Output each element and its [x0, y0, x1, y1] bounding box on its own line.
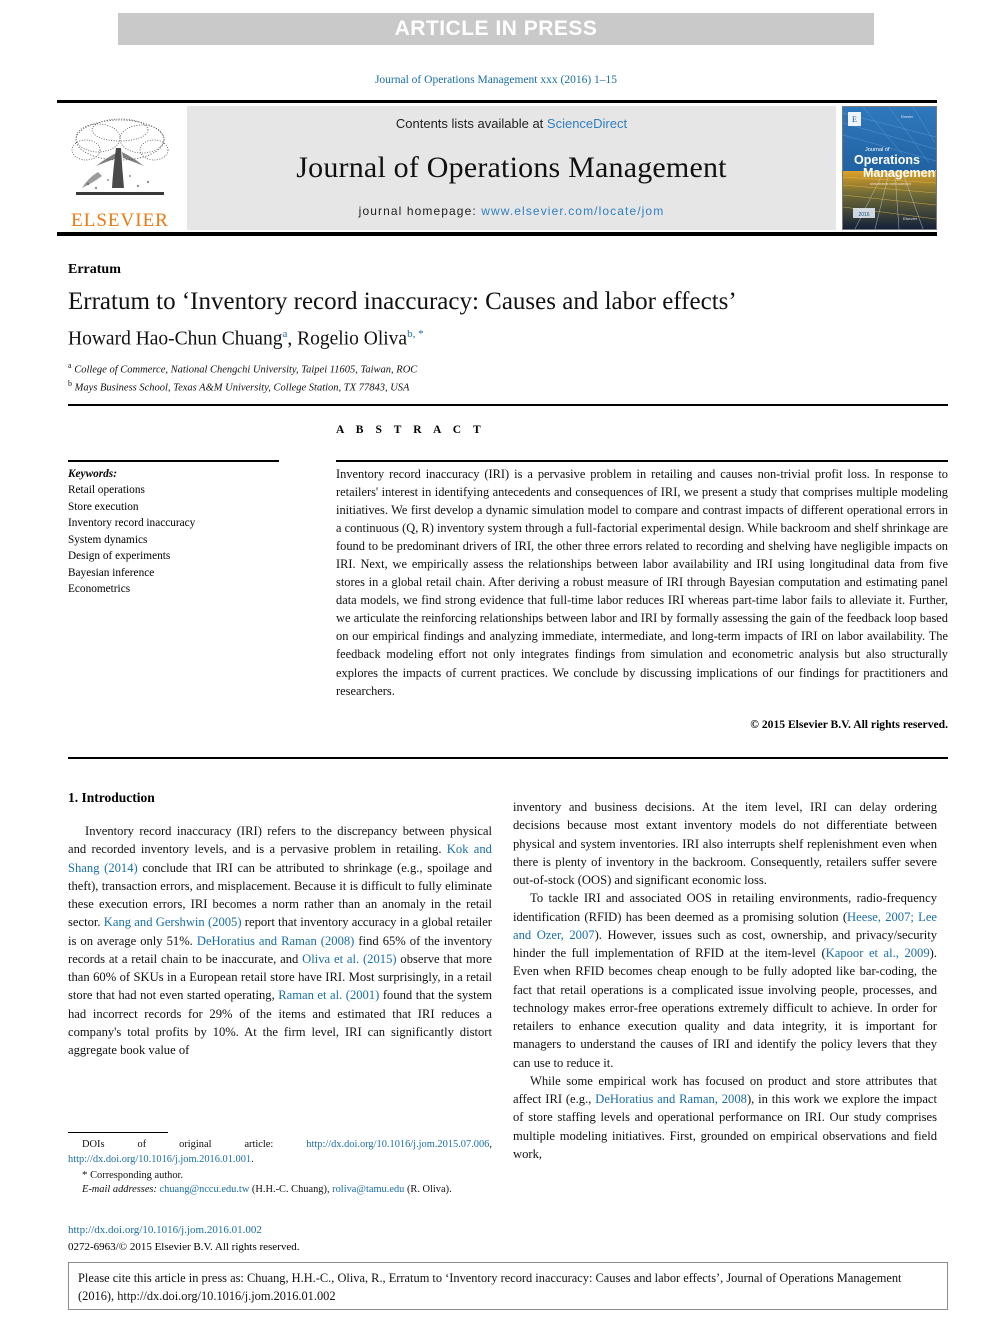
elsevier-logo: ELSEVIER	[57, 106, 183, 230]
abstract-text: Inventory record inaccuracy (IRI) is a p…	[336, 467, 948, 698]
author-mark-2[interactable]: b, *	[407, 328, 424, 340]
keywords-title: Keywords:	[68, 468, 117, 480]
article-title: Erratum to ‘Inventory record inaccuracy:…	[68, 288, 737, 315]
citation-link-oliva[interactable]: Oliva et al. (2015)	[302, 952, 396, 966]
journal-cover-thumbnail: E Elsevier Journal of Operations Managem…	[842, 106, 937, 230]
footnote-dois: DOIs of original article: http://dx.doi.…	[68, 1138, 492, 1168]
citation-link-kang-gershwin[interactable]: Kang and Gershwin (2005)	[104, 915, 242, 929]
keyword-item: Design of experiments	[68, 550, 171, 563]
email-owner-2: (R. Oliva).	[404, 1184, 452, 1196]
paragraph-intro-1: Inventory record inaccuracy (IRI) refers…	[68, 822, 492, 1059]
keywords-rule	[68, 460, 279, 462]
journal-cover-art: E Elsevier Journal of Operations Managem…	[843, 107, 936, 229]
masthead-center-band: Contents lists available at ScienceDirec…	[187, 106, 836, 230]
article-in-press-label: ARTICLE IN PRESS	[394, 17, 598, 40]
body-column-right: inventory and business decisions. At the…	[513, 798, 937, 1163]
footnote-emails: E-mail addresses: chuang@nccu.edu.tw (H.…	[68, 1183, 492, 1198]
affiliation-b: b Mays Business School, Texas A&M Univer…	[68, 378, 948, 396]
doi-separator: ,	[489, 1139, 492, 1150]
article-in-press-banner: ARTICLE IN PRESS	[118, 13, 874, 45]
doi-link-2[interactable]: http://dx.doi.org/10.1016/j.jom.2016.01.…	[68, 1154, 251, 1165]
abstract-bottom-rule	[68, 757, 948, 759]
corresponding-author-text: Corresponding author.	[90, 1169, 184, 1181]
affiliation-text-b: Mays Business School, Texas A&M Universi…	[74, 382, 410, 394]
abstract-inner-rule	[336, 460, 948, 462]
keyword-item: Bayesian inference	[68, 566, 155, 579]
paragraph-intro-continued: inventory and business decisions. At the…	[513, 800, 937, 887]
paragraph-intro-2: To tackle IRI and associated OOS in reta…	[513, 889, 937, 1072]
abstract-copyright: © 2015 Elsevier B.V. All rights reserved…	[750, 718, 948, 731]
contents-available-line: Contents lists available at ScienceDirec…	[396, 116, 627, 131]
elsevier-wordmark: ELSEVIER	[71, 210, 169, 231]
keyword-item: Store execution	[68, 500, 139, 513]
citation-link-dehoratius-raman[interactable]: DeHoratius and Raman (2008)	[197, 934, 355, 948]
svg-text:Elsevier: Elsevier	[901, 115, 914, 119]
keywords-block: Keywords: Retail operations Store execut…	[68, 466, 283, 598]
citation-link-kapoor[interactable]: Kapoor et al., 2009	[826, 946, 930, 960]
body-column-left: Inventory record inaccuracy (IRI) refers…	[68, 822, 492, 1059]
doi-label: DOIs of original article:	[82, 1139, 307, 1150]
elsevier-tree-icon	[71, 118, 169, 195]
svg-text:Elsevier: Elsevier	[903, 216, 918, 221]
contents-prefix: Contents lists available at	[395, 116, 547, 131]
keyword-item: Inventory record inaccuracy	[68, 517, 196, 530]
article-page: ARTICLE IN PRESS Journal of Operations M…	[0, 0, 992, 1323]
author-name-1: Howard Hao-Chun Chuang	[68, 328, 283, 350]
paragraph-intro-3: While some empirical work has focused on…	[513, 1072, 937, 1163]
sciencedirect-link[interactable]: ScienceDirect	[547, 116, 627, 131]
text-run: Inventory record inaccuracy (IRI) refers…	[68, 824, 492, 857]
abstract-heading: A B S T R A C T	[336, 424, 486, 436]
journal-homepage-url[interactable]: www.elsevier.com/locate/jom	[481, 204, 664, 218]
text-run: ). Even when RFID becomes cheap enough t…	[513, 946, 937, 1070]
author-mark-1: a	[282, 328, 288, 340]
asterisk-icon: *	[82, 1168, 88, 1181]
cite-this-article-box: Please cite this article in press as: Ch…	[68, 1262, 948, 1310]
affiliation-list: a College of Commerce, National Chengchi…	[68, 360, 948, 397]
citation-link-dehoratius-raman-2[interactable]: DeHoratius and Raman, 2008	[595, 1092, 747, 1106]
svg-text:Management: Management	[863, 166, 936, 180]
bottom-doi-block: http://dx.doi.org/10.1016/j.jom.2016.01.…	[68, 1222, 498, 1255]
footnote-separator-rule	[68, 1132, 168, 1133]
keyword-item: Retail operations	[68, 484, 145, 497]
affiliation-a: a College of Commerce, National Chengchi…	[68, 360, 948, 378]
email-link-chuang[interactable]: chuang@nccu.edu.tw	[160, 1184, 250, 1195]
svg-text:www.elsevier.com/locate/jom: www.elsevier.com/locate/jom	[870, 182, 911, 186]
article-doi-link[interactable]: http://dx.doi.org/10.1016/j.jom.2016.01.…	[68, 1222, 498, 1239]
email-link-oliva[interactable]: roliva@tamu.edu	[332, 1184, 404, 1195]
affiliation-mark-b: b	[68, 379, 72, 389]
doi-period: .	[251, 1153, 254, 1165]
svg-text:E: E	[852, 115, 857, 124]
journal-masthead: ELSEVIER Contents lists available at Sci…	[57, 100, 937, 236]
svg-text:2016: 2016	[858, 212, 869, 218]
homepage-prefix: journal homepage:	[358, 204, 482, 218]
svg-text:Operations: Operations	[854, 153, 920, 167]
author-list: Howard Hao-Chun Chuanga, Rogelio Olivab,…	[68, 328, 424, 350]
cite-this-article-text: Please cite this article in press as: Ch…	[78, 1271, 902, 1303]
journal-title: Journal of Operations Management	[296, 150, 727, 184]
author-name-2: Rogelio Oliva	[297, 328, 408, 350]
masthead-top-rule	[57, 100, 937, 103]
masthead-body: ELSEVIER Contents lists available at Sci…	[57, 106, 937, 230]
email-addresses-label: E-mail addresses:	[82, 1184, 157, 1196]
journal-homepage-line: journal homepage: www.elsevier.com/locat…	[359, 204, 665, 218]
running-head: Journal of Operations Management xxx (20…	[374, 74, 618, 86]
section-heading-introduction: 1. Introduction	[68, 790, 155, 805]
abstract-top-rule	[68, 404, 948, 406]
affiliation-text-a: College of Commerce, National Chengchi U…	[74, 364, 418, 376]
citation-link-raman[interactable]: Raman et al. (2001)	[278, 988, 379, 1002]
email-owner-1: (H.H.-C. Chuang),	[249, 1184, 333, 1196]
keyword-item: Econometrics	[68, 583, 131, 596]
keyword-item: System dynamics	[68, 533, 148, 546]
article-type-label: Erratum	[68, 262, 121, 277]
footnotes-block: DOIs of original article: http://dx.doi.…	[68, 1138, 492, 1198]
masthead-bottom-rule	[57, 232, 937, 236]
doi-link-1[interactable]: http://dx.doi.org/10.1016/j.jom.2015.07.…	[306, 1139, 489, 1150]
affiliation-mark-a: a	[68, 361, 72, 370]
footnote-corresponding-author: * Corresponding author.	[68, 1168, 492, 1184]
issn-copyright-line: 0272-6963/© 2015 Elsevier B.V. All right…	[68, 1240, 300, 1253]
